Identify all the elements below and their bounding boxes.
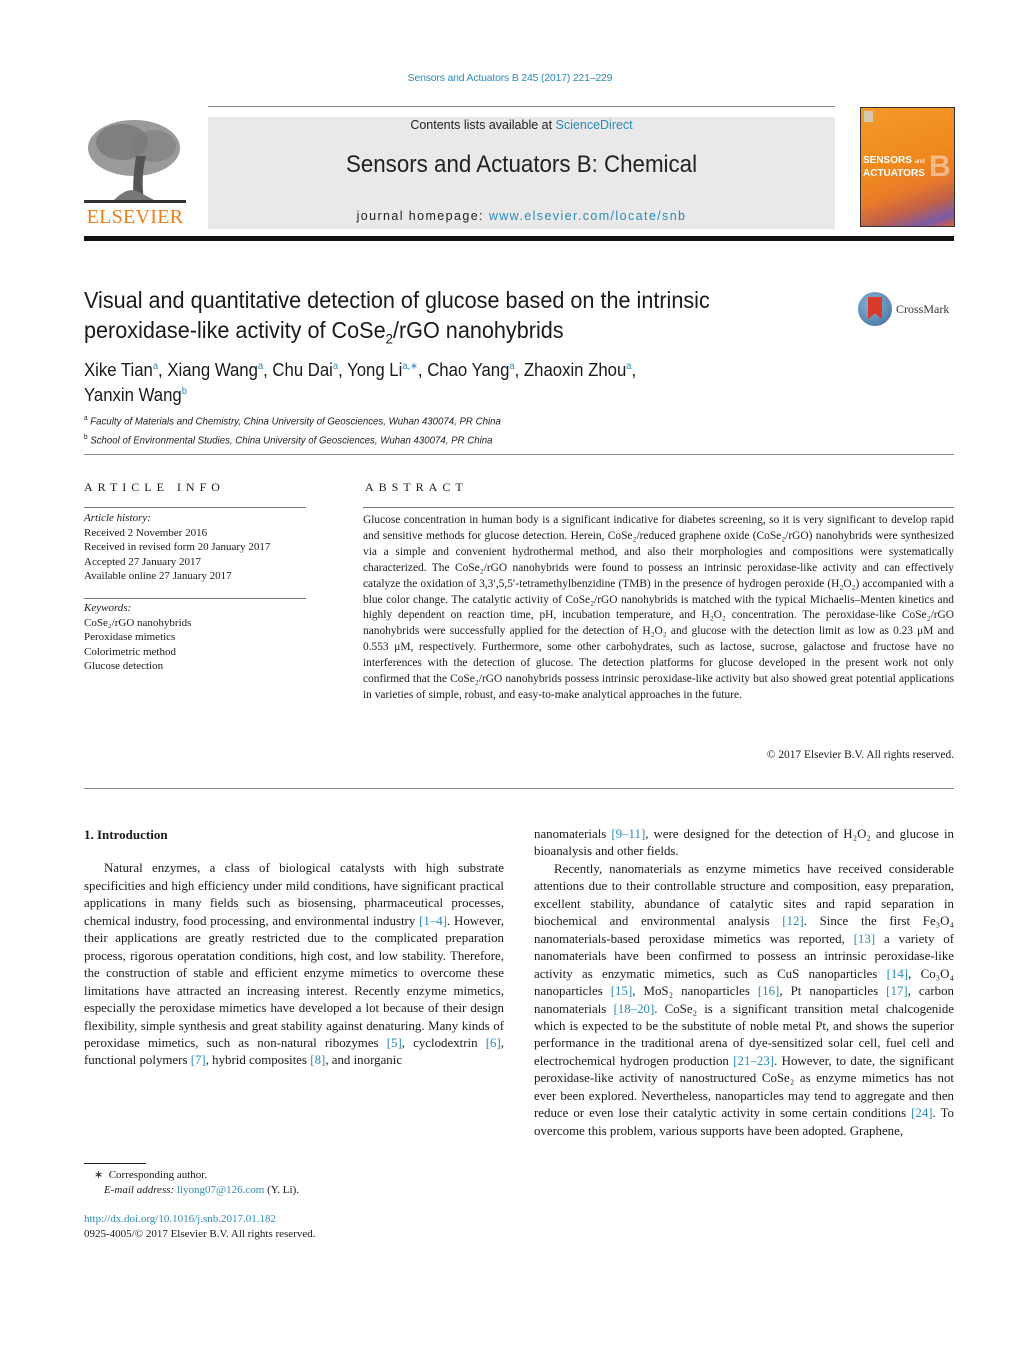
affiliation-b: b School of Environmental Studies, China… (84, 433, 493, 447)
abstract-heading: ABSTRACT (365, 480, 468, 494)
journal-cover-image[interactable]: B SENSORS and ACTUATORS (860, 107, 955, 227)
journal-homepage-line: journal homepage: www.elsevier.com/locat… (208, 209, 835, 223)
email-label: E-mail address: (104, 1183, 175, 1196)
keyword-item: Colorimetric method (84, 645, 176, 658)
history-label: Article history: (84, 512, 151, 524)
abstract-copyright: © 2017 Elsevier B.V. All rights reserved… (766, 749, 954, 761)
author-affiliation-marker[interactable]: a (333, 361, 338, 372)
contents-line: Contents lists available at ScienceDirec… (208, 118, 835, 132)
article-title: Visual and quantitative detection of glu… (84, 287, 710, 347)
abstract-rule (363, 507, 954, 508)
history-item: Available online 27 January 2017 (84, 570, 232, 582)
abstract-divider (84, 788, 954, 789)
affiliations: a Faculty of Materials and Chemistry, Ch… (84, 411, 783, 448)
intro-paragraph-1-continued: nanomaterials [9–11], were designed for … (534, 827, 955, 859)
corresponding-label: Corresponding author. (108, 1169, 208, 1181)
intro-paragraph-2: Recently, nanomaterials as enzyme mimeti… (534, 861, 954, 1138)
keyword-item: Peroxidase mimetics (84, 631, 176, 643)
elsevier-tree-icon (84, 120, 186, 203)
author-affiliation-marker[interactable]: a (258, 361, 263, 372)
history-item: Received in revised form 20 January 2017 (84, 541, 271, 553)
citation-link[interactable]: [16] (758, 984, 779, 998)
keyword-item: CoSe₂/rGO nanohybrids (84, 616, 192, 629)
citation-link[interactable]: [24] (911, 1106, 932, 1120)
citation-link[interactable]: [21–23] (733, 1054, 774, 1068)
crossmark-button[interactable]: CrossMark (858, 292, 958, 330)
header-thick-rule (84, 236, 954, 241)
author-name: Yong Li (347, 360, 403, 380)
author-affiliation-marker[interactable]: a,∗ (402, 361, 418, 372)
corresponding-author-footnote: ∗ Corresponding author. E-mail address: … (94, 1168, 494, 1197)
author-name: Chao Yang (427, 360, 510, 380)
crossmark-label: CrossMark (896, 302, 950, 316)
keywords-label: Keywords: (84, 602, 132, 614)
section-heading-introduction: 1. Introduction (84, 827, 168, 842)
author-name: Chu Dai (272, 360, 333, 380)
author-affiliation-marker[interactable]: a (509, 361, 514, 372)
homepage-prefix: journal homepage: (356, 209, 489, 223)
keywords: Keywords: CoSe₂/rGO nanohybrids Peroxida… (84, 601, 306, 674)
body-column-left: 1. Introduction Natural enzymes, a class… (84, 826, 504, 1070)
citation-link[interactable]: [5] (387, 1036, 402, 1050)
keyword-item: Glucose detection (84, 660, 164, 672)
sciencedirect-link[interactable]: ScienceDirect (556, 118, 633, 132)
citation-link[interactable]: [14] (887, 967, 908, 981)
intro-paragraph-1: Natural enzymes, a class of biological c… (84, 861, 504, 1068)
abstract-text: Glucose concentration in human body is a… (363, 514, 954, 701)
citation-link[interactable]: [6] (486, 1036, 501, 1050)
cover-publisher-icon (864, 111, 873, 122)
author-name: Zhaoxin Zhou (523, 360, 627, 380)
doi-link[interactable]: http://dx.doi.org/10.1016/j.snb.2017.01.… (84, 1213, 276, 1225)
citation-link[interactable]: [12] (782, 914, 803, 928)
citation-link[interactable]: [8] (310, 1053, 325, 1067)
cover-title: SENSORS and ACTUATORS (863, 155, 925, 179)
doi-block: http://dx.doi.org/10.1016/j.snb.2017.01.… (84, 1212, 484, 1241)
article-info-heading: ARTICLE INFO (84, 480, 225, 494)
journal-citation-link[interactable]: Sensors and Actuators B 245 (2017) 221–2… (0, 72, 1020, 84)
footnote-rule (84, 1163, 146, 1164)
cover-line2: ACTUATORS (863, 168, 925, 179)
body-column-right: nanomaterials [9–11], were designed for … (534, 826, 954, 1140)
article-history: Article history: Received 2 November 201… (84, 511, 306, 584)
elsevier-logo[interactable]: ELSEVIER (84, 116, 186, 228)
author-name: Yanxin Wang (84, 385, 182, 405)
contents-prefix: Contents lists available at (410, 118, 556, 132)
elsevier-wordmark: ELSEVIER (86, 206, 184, 228)
history-item: Accepted 27 January 2017 (84, 555, 201, 568)
journal-title: Sensors and Actuators B: Chemical (345, 151, 698, 178)
author-affiliation-marker[interactable]: a (626, 361, 631, 372)
title-divider (84, 454, 954, 455)
author-affiliation-marker[interactable]: b (182, 386, 187, 397)
citation-link[interactable]: [17] (886, 984, 907, 998)
keywords-rule (84, 598, 306, 599)
citation-link[interactable]: [7] (191, 1053, 206, 1067)
affiliation-a: a Faculty of Materials and Chemistry, Ch… (84, 415, 501, 428)
citation-link[interactable]: [1–4] (419, 914, 447, 928)
citation-link[interactable]: [13] (854, 932, 875, 946)
citation-link[interactable]: [18–20] (613, 1002, 654, 1016)
email-suffix: (Y. Li). (264, 1183, 299, 1196)
article-info-rule (84, 507, 306, 508)
footnote-marker: ∗ (94, 1169, 104, 1181)
cover-letter: B (929, 150, 951, 183)
journal-homepage-link[interactable]: www.elsevier.com/locate/snb (489, 209, 687, 223)
cover-line1: SENSORS (863, 155, 912, 166)
author-affiliation-marker[interactable]: a (153, 361, 158, 372)
citation-link[interactable]: [9–11] (611, 827, 645, 841)
issn-copyright: 0925-4005/© 2017 Elsevier B.V. All right… (84, 1227, 316, 1240)
cover-and: and (914, 159, 925, 165)
citation-link[interactable]: [15] (611, 984, 632, 998)
author-name: Xike Tian (84, 360, 153, 380)
author-name: Xiang Wang (167, 360, 258, 380)
history-item: Received 2 November 2016 (84, 526, 208, 539)
author-email-link[interactable]: liyong07@126.com (177, 1184, 264, 1196)
author-list: Xike Tiana, Xiang Wanga, Chu Daia, Yong … (84, 360, 637, 405)
header-rule (208, 106, 835, 107)
